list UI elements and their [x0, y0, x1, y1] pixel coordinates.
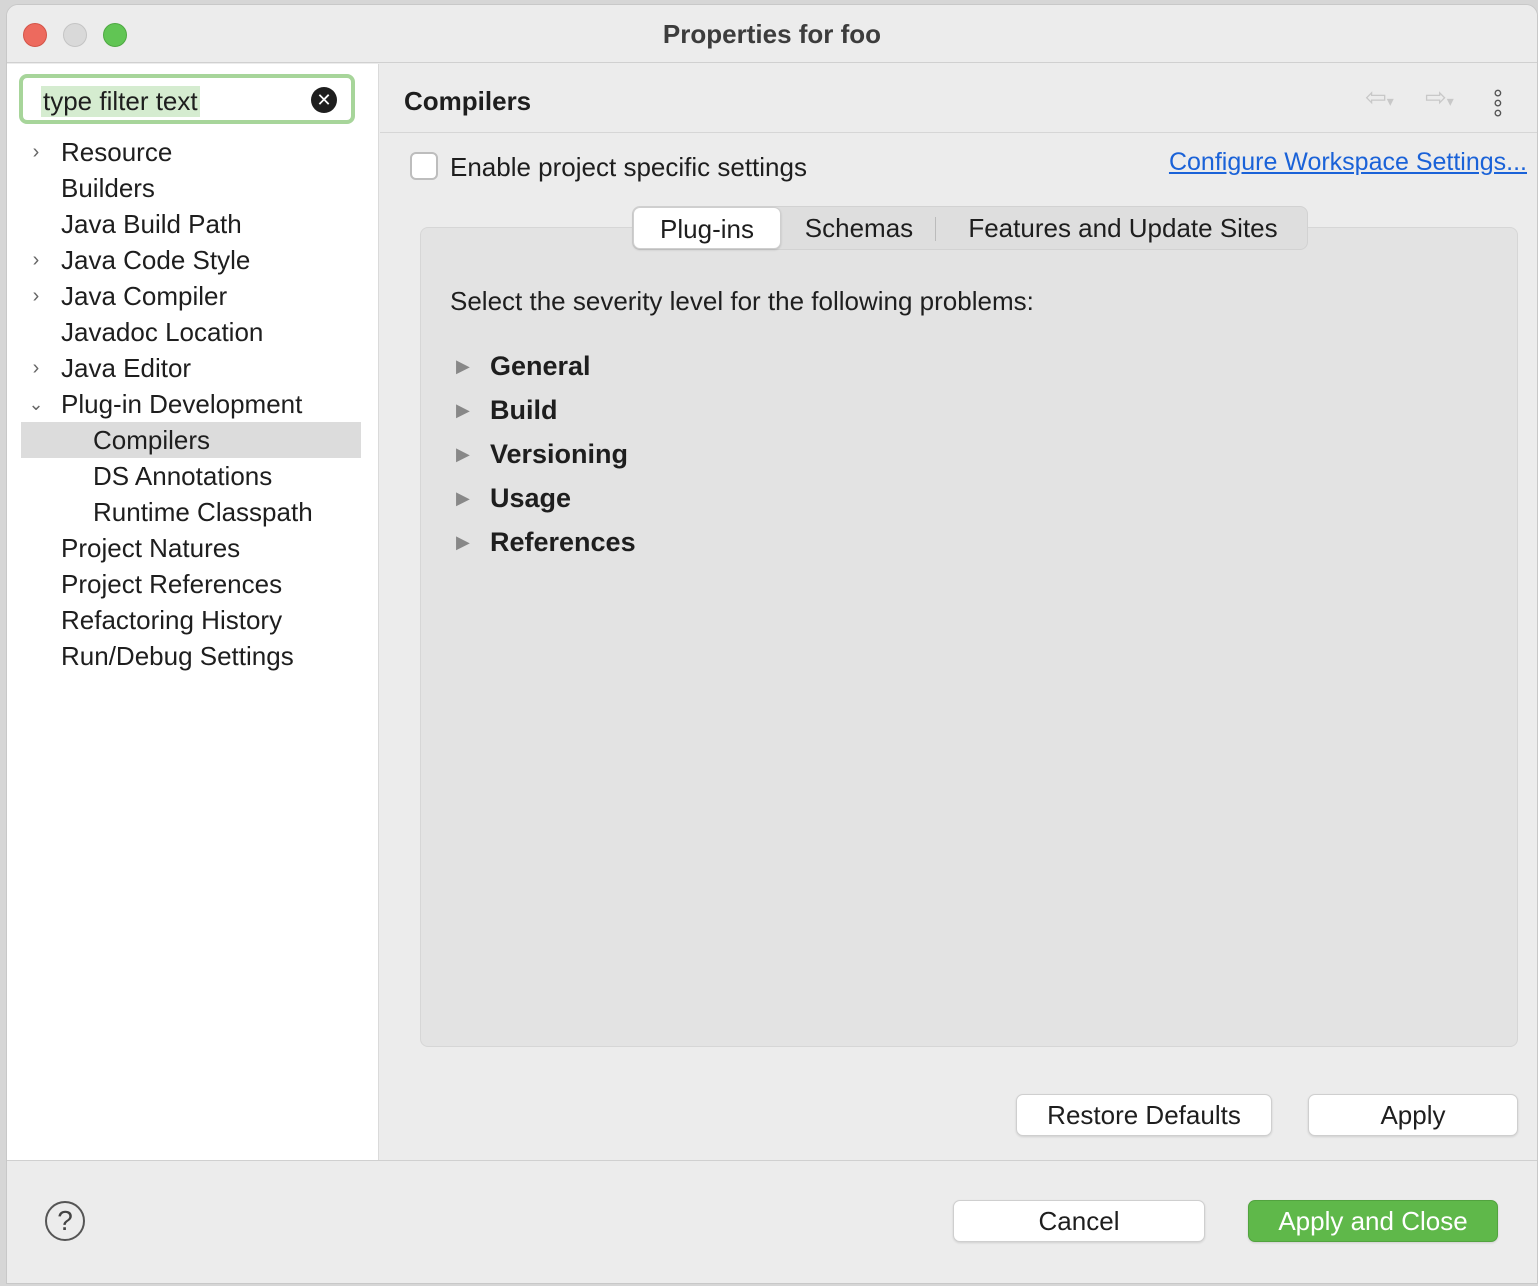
apply-button[interactable]: Apply [1308, 1094, 1518, 1136]
chevron-right-icon[interactable]: › [25, 134, 47, 170]
chevron-right-icon[interactable]: ▶ [456, 478, 470, 518]
window-title: Properties for foo [662, 19, 882, 49]
chevron-right-icon[interactable]: ▶ [456, 522, 470, 562]
tree-item-label: Run/Debug Settings [61, 641, 294, 671]
tab-bar: Plug-ins Schemas Features and Update Sit… [632, 206, 1308, 250]
forward-arrow-icon[interactable]: ⇨▾ [1425, 82, 1454, 113]
tree-item-project-references[interactable]: Project References [21, 566, 361, 602]
tree-item-run-debug-settings[interactable]: Run/Debug Settings [21, 638, 361, 674]
enable-project-settings-checkbox[interactable] [410, 152, 438, 180]
tree-item-label: Plug-in Development [61, 389, 303, 419]
tab-plug-ins[interactable]: Plug-ins [633, 207, 781, 249]
page-navigation: ⇦▾ ⇨▾ ∘ ∘ ∘ [1365, 82, 1525, 124]
tree-item-label: DS Annotations [93, 461, 273, 491]
cancel-button[interactable]: Cancel [953, 1200, 1205, 1242]
page-content: Compilers ⇦▾ ⇨▾ ∘ ∘ ∘ Enable project speci… [380, 64, 1537, 1160]
tree-item-label: Compilers [93, 425, 211, 455]
tree-item-label: Resource [61, 137, 173, 167]
chevron-right-icon[interactable]: ▶ [456, 346, 470, 386]
title-bar: Properties for foo [7, 5, 1537, 63]
group-label: General [490, 351, 591, 381]
filter-input[interactable]: type filter text ✕ [19, 74, 355, 124]
properties-tree: › Resource Builders Java Build Path › Ja… [21, 134, 361, 674]
tab-features-and-update-sites[interactable]: Features and Update Sites [939, 207, 1307, 249]
properties-dialog: Properties for foo type filter text ✕ › … [6, 4, 1538, 1284]
page-title: Compilers [404, 86, 532, 116]
tree-item-javadoc-location[interactable]: Javadoc Location [21, 314, 361, 350]
tree-item-ds-annotations[interactable]: DS Annotations [21, 458, 361, 494]
group-label: Build [490, 395, 558, 425]
tree-item-java-code-style[interactable]: › Java Code Style [21, 242, 361, 278]
group-label: Usage [490, 483, 572, 513]
chevron-right-icon[interactable]: ▶ [456, 390, 470, 430]
tree-item-plug-in-development[interactable]: ⌄ Plug-in Development [21, 386, 361, 422]
tree-item-java-build-path[interactable]: Java Build Path [21, 206, 361, 242]
tab-divider [935, 217, 936, 241]
tree-item-label: Java Build Path [61, 209, 242, 239]
tree-item-java-compiler[interactable]: › Java Compiler [21, 278, 361, 314]
severity-prompt: Select the severity level for the follow… [450, 286, 1034, 316]
tree-item-compilers[interactable]: Compilers [21, 422, 361, 458]
enable-project-settings-label: Enable project specific settings [450, 152, 807, 182]
chevron-right-icon[interactable]: › [25, 350, 47, 386]
tree-item-resource[interactable]: › Resource [21, 134, 361, 170]
chevron-down-icon[interactable]: ⌄ [25, 386, 47, 422]
restore-defaults-button[interactable]: Restore Defaults [1016, 1094, 1272, 1136]
tree-item-java-editor[interactable]: › Java Editor [21, 350, 361, 386]
tree-item-label: Runtime Classpath [93, 497, 313, 527]
tree-item-label: Java Code Style [61, 245, 251, 275]
tree-item-label: Project References [61, 569, 283, 599]
tree-item-label: Java Compiler [61, 281, 228, 311]
clear-icon[interactable]: ✕ [311, 87, 337, 113]
tree-item-builders[interactable]: Builders [21, 170, 361, 206]
chevron-right-icon[interactable]: ▶ [456, 434, 470, 474]
tab-schemas[interactable]: Schemas [785, 207, 933, 249]
tree-item-label: Project Natures [61, 533, 241, 563]
tree-item-label: Refactoring History [61, 605, 283, 635]
tree-item-project-natures[interactable]: Project Natures [21, 530, 361, 566]
filter-placeholder: type filter text [41, 86, 200, 117]
tree-item-runtime-classpath[interactable]: Runtime Classpath [21, 494, 361, 530]
apply-and-close-button[interactable]: Apply and Close [1248, 1200, 1498, 1242]
tree-item-label: Builders [61, 173, 155, 203]
configure-workspace-settings-link[interactable]: Configure Workspace Settings... [1169, 148, 1527, 177]
chevron-right-icon[interactable]: › [25, 242, 47, 278]
tree-item-refactoring-history[interactable]: Refactoring History [21, 602, 361, 638]
help-icon[interactable]: ? [45, 1201, 85, 1241]
tree-item-label: Javadoc Location [61, 317, 264, 347]
tree-item-label: Java Editor [61, 353, 192, 383]
vertical-ellipsis-icon[interactable]: ∘ ∘ ∘ [1491, 82, 1505, 124]
chevron-right-icon[interactable]: › [25, 278, 47, 314]
group-label: References [490, 527, 636, 557]
sidebar: type filter text ✕ › Resource Builders J… [7, 64, 379, 1160]
back-arrow-icon[interactable]: ⇦▾ [1365, 82, 1394, 113]
header-divider [380, 132, 1537, 133]
footer-divider [7, 1160, 1537, 1161]
group-label: Versioning [490, 439, 629, 469]
